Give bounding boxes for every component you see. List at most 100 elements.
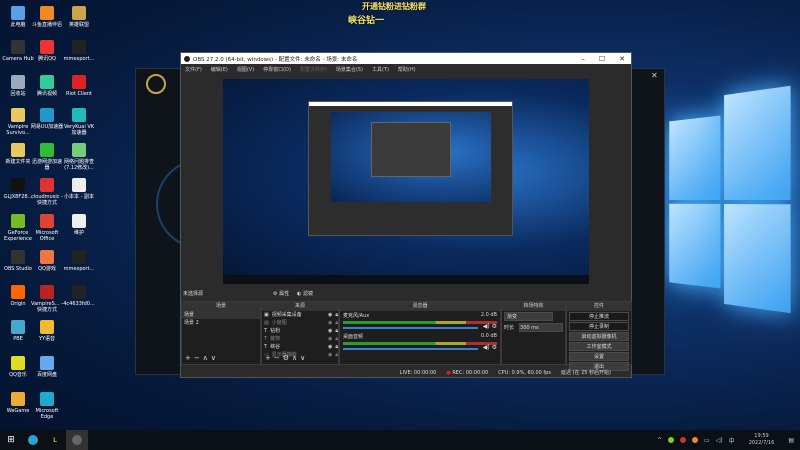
mute-speaker-icon[interactable]: ◀) ⚙: [483, 344, 497, 351]
menu-help[interactable]: 帮助(H): [398, 66, 416, 73]
lock-icon[interactable]: 🔒︎: [335, 319, 338, 327]
desktop-icon[interactable]: Microsoft Office: [30, 214, 64, 242]
scene-toolbar[interactable]: +−∧∨: [185, 354, 219, 362]
desktop-icon[interactable]: Riot Client: [62, 75, 96, 97]
desktop-icon[interactable]: VeryKuai VK加速器: [62, 108, 96, 136]
visibility-eye-icon[interactable]: ◉: [328, 351, 332, 359]
lock-icon[interactable]: 🔒︎: [335, 351, 338, 359]
desktop-icon[interactable]: 斗鱼直播伴侣: [30, 6, 64, 28]
control-button[interactable]: 工作室模式: [569, 342, 629, 351]
volume-slider[interactable]: [343, 327, 478, 329]
minimize-button[interactable]: –: [581, 55, 585, 63]
obs-window[interactable]: OBS 27.2.0 (64-bit, windows) - 配置文件: 未命名…: [180, 52, 632, 378]
menu-scene-collection[interactable]: 场景集合(S): [336, 66, 363, 73]
cpu-status: CPU: 0.9%, 60.00 fps: [498, 369, 551, 376]
filters-button[interactable]: ◐ 滤镜: [297, 290, 313, 297]
app-icon: [72, 40, 86, 54]
desktop-icon[interactable]: 维护: [62, 214, 96, 236]
desktop-icon-label: 斗鱼直播伴侣: [31, 22, 62, 28]
desktop-icon[interactable]: 4c4633fd0...: [62, 285, 96, 307]
menu-docks[interactable]: 停靠窗口(D): [263, 66, 291, 73]
scene-item[interactable]: 场景: [182, 311, 260, 319]
desktop-icon[interactable]: 英雄联盟: [62, 6, 96, 28]
scenes-header: 场景: [182, 302, 260, 311]
desktop-icon[interactable]: mmexport...: [62, 40, 96, 62]
control-button[interactable]: 启动虚拟摄像机: [569, 332, 629, 341]
ime-icon[interactable]: 中: [729, 436, 735, 445]
source-item[interactable]: T 装饰 ◉ 🔒︎: [262, 335, 338, 343]
edge-taskbar-icon[interactable]: [22, 430, 44, 450]
preview-canvas[interactable]: [223, 79, 589, 284]
menu-profile[interactable]: 配置文件(P): [300, 66, 327, 73]
control-button[interactable]: 停止推流: [569, 312, 629, 321]
app-icon: [40, 285, 54, 299]
visibility-eye-icon[interactable]: ◉: [328, 335, 332, 343]
date: 2022/7/16: [748, 440, 775, 446]
source-name: 峡谷: [270, 344, 281, 350]
desktop-icon[interactable]: YY语音: [30, 320, 64, 342]
app-icon: [11, 320, 25, 334]
lock-icon[interactable]: 🔒︎: [335, 327, 338, 335]
app-icon: [72, 75, 86, 89]
desktop-icon[interactable]: 网易UU加速器: [30, 108, 64, 130]
tray-app-icon[interactable]: [692, 437, 699, 443]
desktop-icon-label: 4c4633fd0...: [63, 301, 95, 307]
tray-app-icon[interactable]: [680, 437, 687, 443]
volume-slider[interactable]: [343, 348, 478, 350]
desktop-icon[interactable]: cloudmusic - 快捷方式: [30, 178, 64, 206]
app-icon: [72, 285, 86, 299]
lock-icon[interactable]: 🔒︎: [335, 343, 338, 351]
app-icon: [11, 392, 25, 406]
desktop-icon[interactable]: 网络问题排查(7.12修改)...: [62, 143, 96, 171]
duration-input[interactable]: 300 ms: [519, 323, 563, 332]
desktop-icon[interactable]: 腾讯QQ: [30, 40, 64, 62]
source-item[interactable]: T 峡谷 ◉ 🔒︎: [262, 343, 338, 351]
obs-logo-icon: [184, 55, 190, 62]
notification-icon[interactable]: ▤: [788, 437, 794, 444]
source-item[interactable]: ▣ 视频采集设备 ◉ 🔒︎: [262, 311, 338, 319]
desktop-icon[interactable]: mmexport...: [62, 250, 96, 272]
close-icon[interactable]: ✕: [651, 71, 658, 80]
maximize-button[interactable]: ☐: [599, 55, 605, 63]
nested-obs-preview: [308, 101, 513, 236]
lock-icon[interactable]: 🔒︎: [335, 335, 338, 343]
desktop-icon[interactable]: 百度网盘: [30, 356, 64, 378]
control-button[interactable]: 停止录制: [569, 322, 629, 331]
visibility-eye-icon[interactable]: ◉: [328, 327, 332, 335]
controls-header: 控件: [567, 302, 631, 311]
obs-taskbar-icon[interactable]: [66, 430, 88, 450]
properties-button[interactable]: ⚙ 属性: [273, 290, 289, 297]
desktop-icon[interactable]: VampireS... - 快捷方式: [30, 285, 64, 313]
menu-file[interactable]: 文件(F): [185, 66, 202, 73]
scene-item[interactable]: 场景 2: [182, 319, 260, 327]
transitions-dock: 转场特效 渐变 时长 300 ms: [501, 301, 566, 365]
mute-speaker-icon[interactable]: ◀) ⚙: [483, 323, 497, 330]
control-button[interactable]: 设置: [569, 352, 629, 361]
tray-app-icon[interactable]: [668, 437, 675, 443]
desktop-icon-label: VeryKuai VK加速器: [63, 124, 95, 136]
source-item[interactable]: T 钻粉 ◉ 🔒︎: [262, 327, 338, 335]
desktop-icon[interactable]: 小本本 - 副本: [62, 178, 96, 200]
transition-select[interactable]: 渐变: [504, 312, 553, 321]
desktop-icon[interactable]: 腾讯视频: [30, 75, 64, 97]
visibility-eye-icon[interactable]: ◉: [328, 311, 332, 319]
app-icon: [11, 75, 25, 89]
source-toolbar[interactable]: +−⚙∧∨: [265, 354, 308, 362]
close-button[interactable]: ✕: [619, 55, 625, 63]
desktop-icon[interactable]: QQ游戏: [30, 250, 64, 272]
menu-edit[interactable]: 编辑(E): [211, 66, 228, 73]
menu-tools[interactable]: 工具(T): [372, 66, 389, 73]
desktop-icon[interactable]: Microsoft Edge: [30, 392, 64, 420]
menu-view[interactable]: 视图(V): [237, 66, 254, 73]
lock-icon[interactable]: 🔒︎: [335, 311, 338, 319]
league-taskbar-icon[interactable]: L: [44, 430, 66, 450]
network-icon[interactable]: ▭: [704, 437, 710, 444]
tray-expand-icon[interactable]: ^: [657, 437, 662, 444]
visibility-eye-icon[interactable]: ◉: [328, 343, 332, 351]
visibility-eye-icon[interactable]: ◉: [328, 319, 332, 327]
source-item[interactable]: ▨ 小窗图 ◉ 🔒︎: [262, 319, 338, 327]
start-button[interactable]: ⊞: [0, 430, 22, 450]
clock[interactable]: 19:59 2022/7/16: [749, 433, 775, 447]
volume-icon[interactable]: ◁): [716, 437, 723, 444]
desktop-icon[interactable]: 迅游网游加速器: [30, 143, 64, 171]
